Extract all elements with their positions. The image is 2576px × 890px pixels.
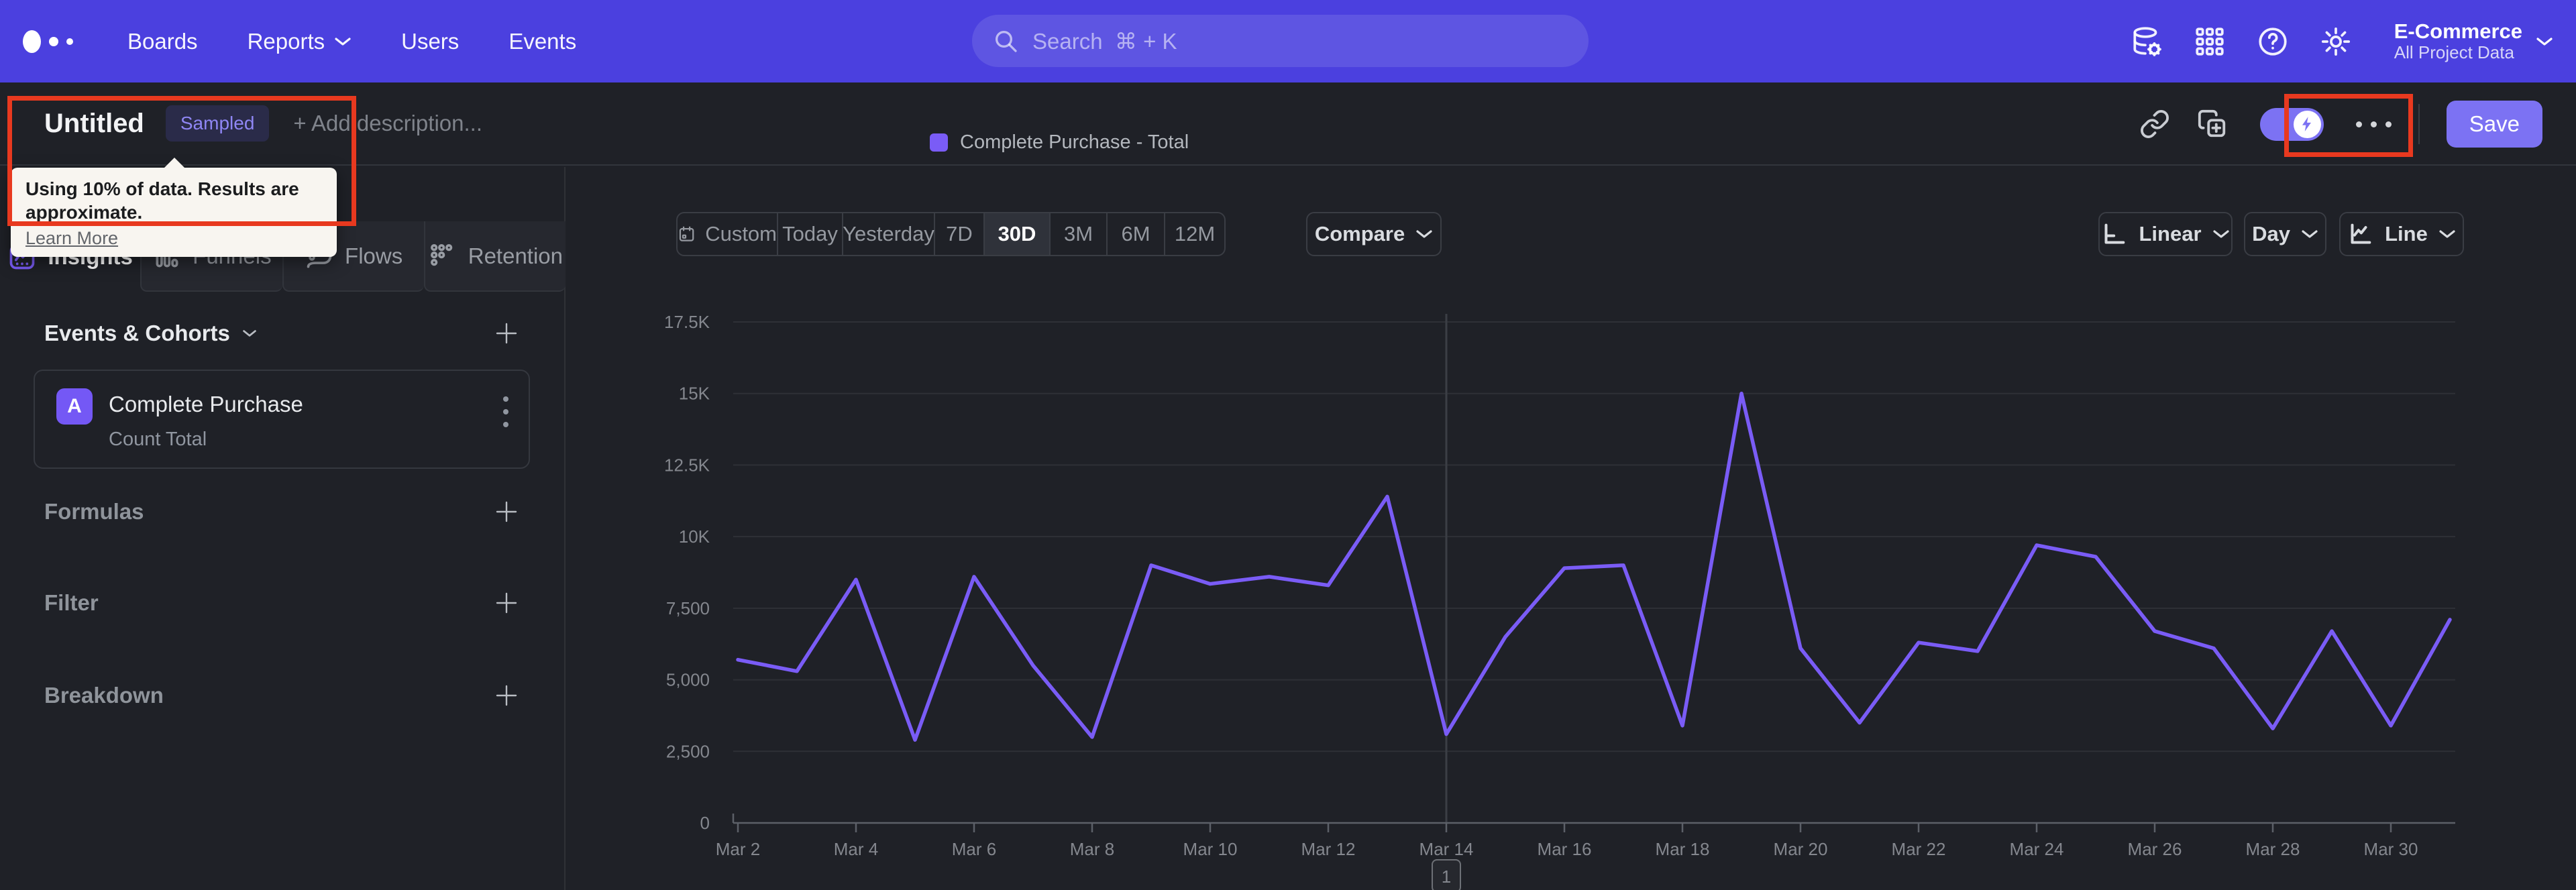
sampling-tooltip: Using 10% of data. Results are approxima…	[11, 158, 337, 257]
svg-text:12.5K: 12.5K	[664, 455, 710, 475]
tooltip-text: Using 10% of data. Results are approxima…	[25, 178, 299, 223]
svg-text:1: 1	[1442, 867, 1451, 887]
svg-text:15K: 15K	[679, 384, 710, 404]
learn-more-link[interactable]: Learn More	[25, 228, 118, 249]
svg-text:Mar 30: Mar 30	[2364, 839, 2418, 859]
svg-text:5,000: 5,000	[666, 670, 710, 690]
svg-text:Mar 18: Mar 18	[1656, 839, 1710, 859]
svg-text:17.5K: 17.5K	[664, 312, 710, 332]
svg-text:Mar 20: Mar 20	[1774, 839, 1828, 859]
series-complete-purchase-line[interactable]	[736, 391, 2452, 742]
svg-text:Mar 16: Mar 16	[1538, 839, 1592, 859]
svg-text:Mar 10: Mar 10	[1183, 839, 1238, 859]
svg-text:10K: 10K	[679, 526, 710, 547]
svg-text:Mar 14: Mar 14	[1419, 839, 1474, 859]
svg-text:Mar 2: Mar 2	[716, 839, 760, 859]
svg-text:Mar 4: Mar 4	[834, 839, 878, 859]
svg-text:Mar 8: Mar 8	[1070, 839, 1114, 859]
svg-text:Mar 6: Mar 6	[952, 839, 996, 859]
svg-text:0: 0	[700, 813, 710, 833]
svg-text:Mar 28: Mar 28	[2246, 839, 2300, 859]
svg-text:Mar 24: Mar 24	[2010, 839, 2064, 859]
line-chart[interactable]: 0 2,500 5,000 7,500 10K 12.5K 15K 17.5K Mar 2 Mar…	[0, 0, 2576, 890]
svg-text:7,500: 7,500	[666, 598, 710, 618]
svg-text:Mar 26: Mar 26	[2128, 839, 2182, 859]
svg-text:2,500: 2,500	[666, 741, 710, 761]
svg-text:Mar 12: Mar 12	[1301, 839, 1356, 859]
svg-text:Mar 22: Mar 22	[1892, 839, 1946, 859]
